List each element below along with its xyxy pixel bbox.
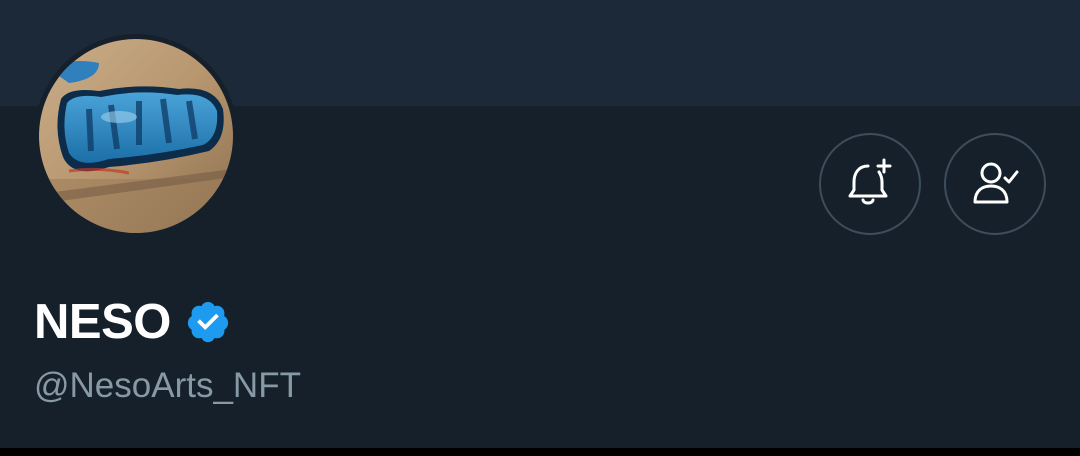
bell-plus-icon [848, 158, 892, 205]
following-button[interactable] [944, 133, 1046, 235]
name-row: NESO [34, 292, 231, 352]
avatar-frame [34, 34, 238, 238]
notifications-button[interactable] [819, 133, 921, 235]
user-check-icon [973, 162, 1019, 204]
display-name: NESO [34, 295, 171, 349]
user-handle: @NesoArts_NFT [34, 366, 301, 405]
avatar[interactable] [39, 39, 233, 233]
profile-header: NESO @NesoArts_NFT [0, 0, 1080, 448]
verified-badge-icon[interactable] [185, 299, 231, 345]
